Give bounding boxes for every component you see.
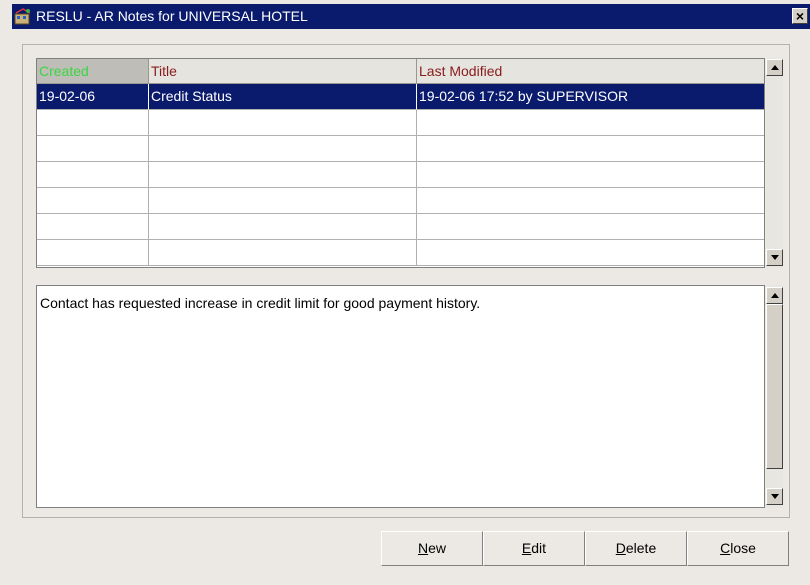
cell-created: [37, 162, 149, 188]
table-row[interactable]: [37, 214, 764, 240]
cell-title: [149, 240, 417, 266]
note-scroll-down-button[interactable]: [766, 488, 783, 505]
edit-button-label: dit: [531, 540, 547, 556]
table-row[interactable]: [37, 240, 764, 266]
cell-title: [149, 136, 417, 162]
cell-title: [149, 188, 417, 214]
cell-title: Credit Status: [149, 84, 417, 110]
table-row[interactable]: 19-02-06 Credit Status 19-02-06 17:52 by…: [37, 84, 764, 110]
delete-button[interactable]: Delete: [585, 531, 687, 566]
cell-last-modified: [417, 162, 764, 188]
table-row[interactable]: [37, 136, 764, 162]
arrow-down-icon: [771, 494, 779, 499]
cell-last-modified: [417, 136, 764, 162]
ar-notes-window: RESLU - AR Notes for UNIVERSAL HOTEL × C…: [0, 0, 810, 585]
cell-last-modified: [417, 188, 764, 214]
cell-created: [37, 240, 149, 266]
app-icon: [14, 8, 31, 25]
note-text-area[interactable]: Contact has requested increase in credit…: [36, 285, 765, 508]
cell-last-modified: 19-02-06 17:52 by SUPERVISOR: [417, 84, 764, 110]
delete-button-mnemonic: D: [615, 540, 626, 556]
close-button[interactable]: Close: [687, 531, 789, 566]
grid-header: Created Title Last Modified: [37, 59, 764, 84]
cell-created: [37, 188, 149, 214]
cell-last-modified: [417, 214, 764, 240]
grid-scroll-up-button[interactable]: [766, 59, 783, 76]
close-button-label: lose: [730, 540, 756, 556]
table-row[interactable]: [37, 188, 764, 214]
new-button-mnemonic: N: [417, 540, 429, 556]
close-button-mnemonic: C: [720, 540, 731, 556]
window-close-icon[interactable]: ×: [792, 8, 808, 24]
title-bar[interactable]: RESLU - AR Notes for UNIVERSAL HOTEL ×: [12, 4, 810, 29]
column-header-title[interactable]: Title: [149, 59, 417, 84]
cell-created: [37, 214, 149, 240]
arrow-up-icon: [771, 293, 779, 298]
delete-button-label: elete: [625, 540, 657, 556]
grid-scrollbar[interactable]: [766, 58, 783, 268]
cell-title: [149, 162, 417, 188]
note-scroll-up-button[interactable]: [766, 287, 783, 304]
cell-title: [149, 110, 417, 136]
cell-created: 19-02-06: [37, 84, 149, 110]
column-header-created[interactable]: Created: [37, 59, 149, 84]
new-button[interactable]: New: [381, 531, 483, 566]
cell-created: [37, 136, 149, 162]
arrow-up-icon: [771, 65, 779, 70]
note-text: Contact has requested increase in credit…: [40, 295, 481, 311]
table-row[interactable]: [37, 110, 764, 136]
grid-scroll-down-button[interactable]: [766, 249, 783, 266]
note-scrollbar[interactable]: [766, 285, 783, 508]
cell-last-modified: [417, 110, 764, 136]
notes-grid[interactable]: Created Title Last Modified 19-02-06 Cre…: [36, 58, 765, 268]
table-row[interactable]: [37, 162, 764, 188]
note-scroll-thumb[interactable]: [766, 304, 783, 469]
column-header-last-modified[interactable]: Last Modified: [417, 59, 764, 84]
window-title: RESLU - AR Notes for UNIVERSAL HOTEL: [36, 8, 308, 24]
edit-button-mnemonic: E: [521, 540, 532, 556]
new-button-label: ew: [428, 540, 447, 556]
cell-title: [149, 214, 417, 240]
edit-button[interactable]: Edit: [483, 531, 585, 566]
cell-created: [37, 110, 149, 136]
cell-last-modified: [417, 240, 764, 266]
arrow-down-icon: [771, 255, 779, 260]
